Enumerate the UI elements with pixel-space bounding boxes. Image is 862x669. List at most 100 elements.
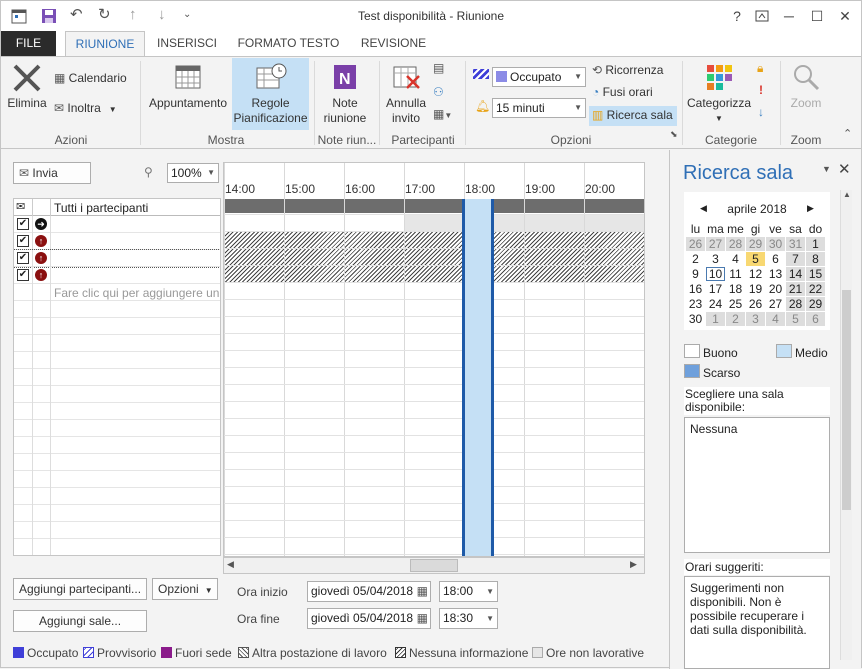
- zoom-button[interactable]: Zoom: [784, 62, 828, 111]
- calendar-day[interactable]: 1: [806, 237, 825, 251]
- dialog-launcher-icon[interactable]: ⬊: [670, 127, 678, 142]
- calendar-day[interactable]: 15: [806, 267, 825, 281]
- opzioni-button[interactable]: Opzioni ▼: [152, 578, 218, 600]
- calendar-day[interactable]: 28: [726, 237, 745, 251]
- scrollbar-thumb[interactable]: [410, 559, 458, 572]
- tab-revisione[interactable]: REVISIONE: [356, 31, 431, 56]
- calendario-button[interactable]: ▦ Calendario: [54, 71, 127, 86]
- end-time-dropdown[interactable]: 18:30 ▼: [439, 608, 498, 629]
- calendar-day[interactable]: 19: [746, 282, 765, 296]
- aggiungi-sale-button[interactable]: Aggiungi sale...: [13, 610, 147, 632]
- scroll-right-icon[interactable]: ▶: [630, 559, 637, 570]
- empty-participant-row[interactable]: [14, 335, 220, 352]
- help-button[interactable]: ?: [723, 5, 751, 27]
- start-date-picker[interactable]: giovedì 05/04/2018 ▦: [307, 581, 431, 602]
- calendar-day[interactable]: 1: [706, 312, 725, 326]
- tab-riunione[interactable]: RIUNIONE: [65, 31, 145, 57]
- calendar-day[interactable]: 4: [766, 312, 785, 326]
- calendar-day[interactable]: 25: [726, 297, 745, 311]
- show-as-dropdown[interactable]: Occupato ▼: [492, 67, 586, 87]
- calendar-day[interactable]: 31: [786, 237, 805, 251]
- empty-participant-row[interactable]: [14, 403, 220, 420]
- calendar-day[interactable]: 29: [806, 297, 825, 311]
- calendar-day[interactable]: 7: [786, 252, 805, 266]
- calendar-day[interactable]: 27: [766, 297, 785, 311]
- empty-participant-row[interactable]: [14, 420, 220, 437]
- fusi-orari-button[interactable]: ◔ Fusi orari: [592, 85, 653, 100]
- note-riunione-button[interactable]: N Note riunione: [319, 62, 371, 126]
- next-month-icon[interactable]: ▶: [807, 203, 814, 214]
- room-list[interactable]: Nessuna: [684, 417, 830, 553]
- calendar-day[interactable]: 21: [786, 282, 805, 296]
- empty-participant-row[interactable]: [14, 369, 220, 386]
- appuntamento-button[interactable]: Appuntamento: [146, 62, 230, 111]
- ricerca-sala-button[interactable]: ▥ Ricerca sala: [589, 106, 677, 126]
- ricorrenza-button[interactable]: ⟲ Ricorrenza: [592, 63, 663, 78]
- scroll-up-icon[interactable]: ▲: [843, 190, 851, 199]
- calendar-day[interactable]: 12: [746, 267, 765, 281]
- calendar-day[interactable]: 3: [746, 312, 765, 326]
- empty-participant-row[interactable]: [14, 522, 220, 539]
- annulla-invito-button[interactable]: Annulla invito: [383, 62, 429, 126]
- calendar-day[interactable]: 27: [706, 237, 725, 251]
- aggiungi-partecipanti-button[interactable]: Aggiungi partecipanti...: [13, 578, 147, 600]
- invia-button[interactable]: ✉ Invia: [13, 162, 91, 184]
- calendar-day[interactable]: 30: [766, 237, 785, 251]
- calendar-day[interactable]: 28: [786, 297, 805, 311]
- calendar-day[interactable]: 18: [726, 282, 745, 296]
- calendar-day[interactable]: 8: [806, 252, 825, 266]
- suggested-times-list[interactable]: Suggerimenti non disponibili. Non è poss…: [684, 576, 830, 669]
- calendar-day[interactable]: 4: [726, 252, 745, 266]
- calendar-icon[interactable]: ▦: [417, 609, 428, 628]
- required-attendee-icon[interactable]: ↑: [35, 235, 47, 247]
- empty-participant-row[interactable]: [14, 488, 220, 505]
- empty-participant-row[interactable]: [14, 352, 220, 369]
- required-attendee-icon[interactable]: ↑: [35, 252, 47, 264]
- calendar-day[interactable]: 11: [726, 267, 745, 281]
- empty-participant-row[interactable]: [14, 386, 220, 403]
- check-names-icon[interactable]: ⚇: [433, 85, 444, 100]
- private-lock-icon[interactable]: 🔒︎: [757, 61, 763, 76]
- collapse-ribbon-icon[interactable]: ⌃: [843, 127, 852, 142]
- calendar-day[interactable]: 14: [786, 267, 805, 281]
- response-options-icon[interactable]: ▦▼: [433, 107, 452, 123]
- calendar-day[interactable]: 23: [686, 297, 705, 311]
- scroll-left-icon[interactable]: ◀: [227, 559, 234, 570]
- calendar-icon[interactable]: ▦: [417, 582, 428, 601]
- calendar-day[interactable]: 5: [746, 252, 765, 266]
- calendar-day[interactable]: 6: [766, 252, 785, 266]
- calendar-day[interactable]: 26: [746, 297, 765, 311]
- high-importance-icon[interactable]: !: [759, 83, 763, 98]
- empty-participant-row[interactable]: Fare clic qui per aggiungere un n: [14, 284, 220, 301]
- empty-participant-row[interactable]: [14, 318, 220, 335]
- calendar-day[interactable]: 16: [686, 282, 705, 296]
- calendar-day[interactable]: 20: [766, 282, 785, 296]
- calendar-day[interactable]: 30: [686, 312, 705, 326]
- empty-participant-row[interactable]: [14, 539, 220, 555]
- address-book-icon[interactable]: ▤: [433, 61, 444, 76]
- tab-file[interactable]: FILE: [1, 31, 56, 56]
- calendar-day[interactable]: 13: [766, 267, 785, 281]
- reminder-dropdown[interactable]: 15 minuti ▼: [492, 98, 586, 118]
- meeting-time-selection[interactable]: [462, 199, 494, 556]
- zoom-dropdown[interactable]: 100% ▼: [167, 163, 219, 183]
- maximize-button[interactable]: ☐: [803, 5, 831, 27]
- tab-inserisci[interactable]: INSERISCI: [151, 31, 223, 56]
- calendar-day[interactable]: 17: [706, 282, 725, 296]
- empty-participant-row[interactable]: [14, 437, 220, 454]
- pane-menu-icon[interactable]: ▼: [822, 164, 831, 174]
- empty-participant-row[interactable]: [14, 505, 220, 522]
- calendar-day[interactable]: 9: [686, 267, 705, 281]
- close-pane-icon[interactable]: ✕: [838, 160, 851, 178]
- start-time-dropdown[interactable]: 18:00 ▼: [439, 581, 498, 602]
- calendar-day[interactable]: 6: [806, 312, 825, 326]
- attendee-checkbox[interactable]: ✔: [17, 252, 29, 264]
- categorizza-button[interactable]: Categorizza ▼: [687, 62, 751, 126]
- scrollbar-thumb[interactable]: [842, 290, 851, 510]
- calendar-day[interactable]: 22: [806, 282, 825, 296]
- close-button[interactable]: ✕: [831, 5, 859, 27]
- participant-row[interactable]: ✔ ↑: [14, 249, 220, 268]
- empty-participant-row[interactable]: [14, 454, 220, 471]
- calendar-day[interactable]: 3: [706, 252, 725, 266]
- calendar-day[interactable]: 2: [726, 312, 745, 326]
